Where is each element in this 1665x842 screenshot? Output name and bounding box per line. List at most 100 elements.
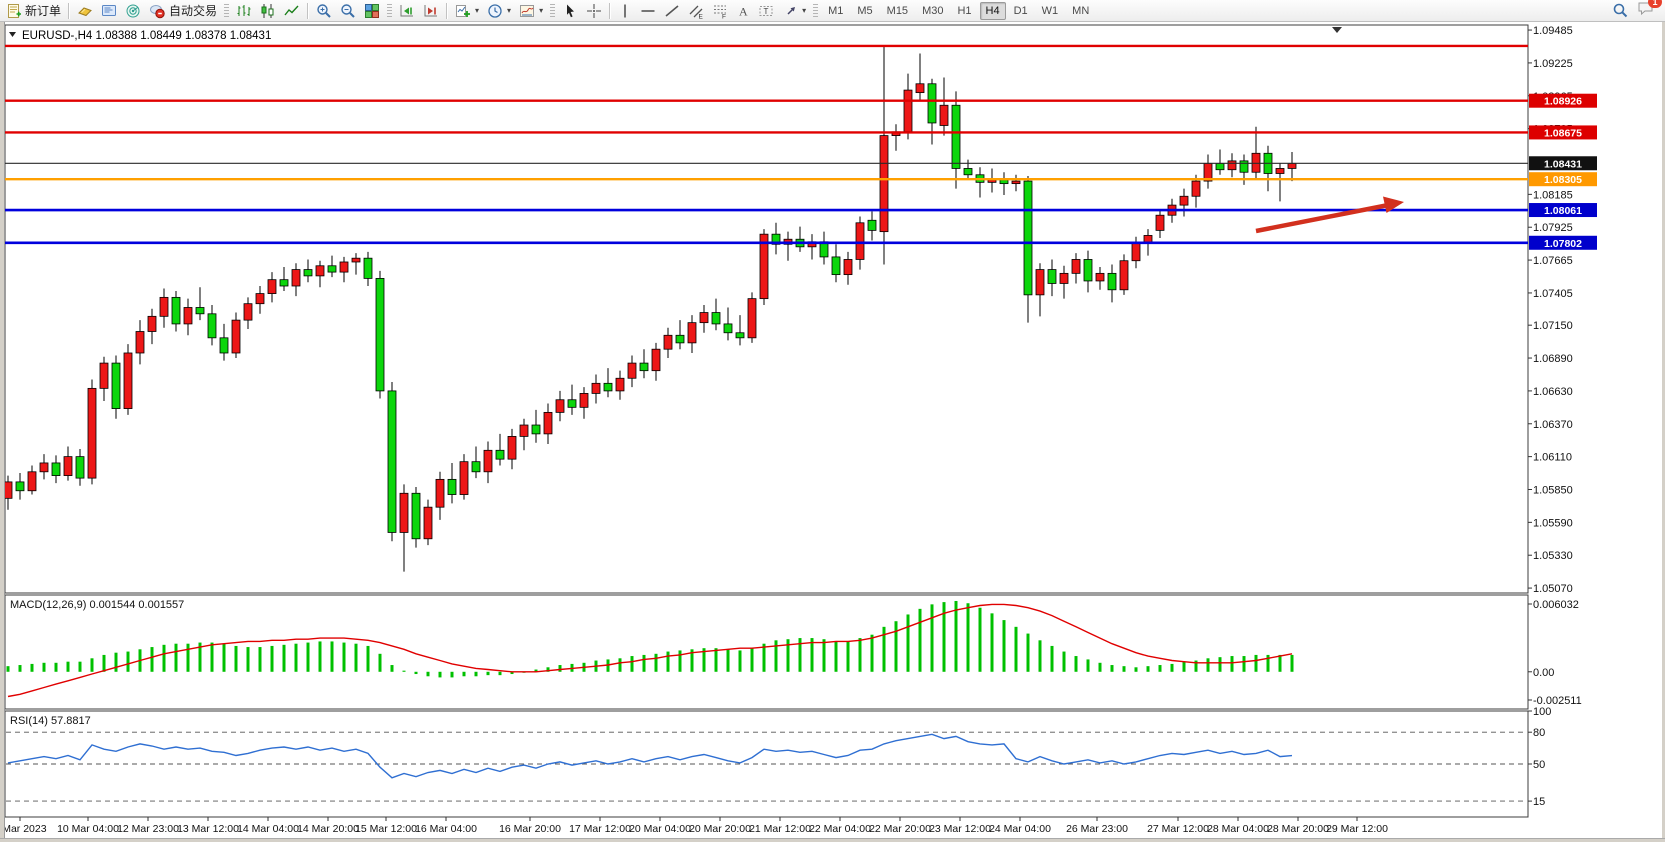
candle-body xyxy=(208,314,216,338)
macd-histogram-bar xyxy=(655,654,658,672)
candle-body xyxy=(460,462,468,495)
time-axis-label: 22 Mar 04:00 xyxy=(809,823,871,835)
autotrade-label: 自动交易 xyxy=(169,2,217,19)
line-chart-button[interactable] xyxy=(280,0,304,22)
time-axis-label: 20 Mar 20:00 xyxy=(689,823,751,835)
timeframe-h1[interactable]: H1 xyxy=(951,2,977,20)
candle-body xyxy=(496,450,504,459)
candle-chart-button[interactable] xyxy=(256,0,280,22)
macd-pane[interactable] xyxy=(5,595,1528,709)
text-label-button[interactable]: T xyxy=(754,0,778,22)
market-watch-button[interactable] xyxy=(97,0,121,22)
equidistant-channel-button[interactable]: E xyxy=(684,0,708,22)
macd-histogram-bar xyxy=(403,671,406,672)
indicators-button[interactable]: ▾ xyxy=(451,0,483,22)
time-axis-label: 28 Mar 20:00 xyxy=(1267,823,1329,835)
candle-body xyxy=(532,425,540,434)
timeframe-h4[interactable]: H4 xyxy=(980,2,1006,20)
timeframe-d1[interactable]: D1 xyxy=(1008,2,1034,20)
time-axis-label: 20 Mar 04:00 xyxy=(629,823,691,835)
time-axis[interactable]: 9 Mar 202310 Mar 04:0012 Mar 23:0013 Mar… xyxy=(0,817,1388,835)
candle-chart-icon xyxy=(260,3,276,19)
price-axis[interactable]: 1.094851.092251.089651.087051.081851.079… xyxy=(1528,25,1573,595)
macd-histogram-bar xyxy=(1087,659,1090,671)
time-axis-label: 27 Mar 12:00 xyxy=(1147,823,1209,835)
macd-histogram-bar xyxy=(79,662,82,672)
crosshair-button[interactable] xyxy=(582,0,606,22)
window-edge-bottom xyxy=(0,838,1665,842)
time-axis-label: 15 Mar 12:00 xyxy=(355,823,417,835)
timeframe-mn[interactable]: MN xyxy=(1066,2,1095,20)
macd-histogram-bar xyxy=(1207,658,1210,671)
macd-histogram-bar xyxy=(1051,646,1054,672)
fibonacci-button[interactable]: F xyxy=(708,0,732,22)
autotrade-button[interactable]: 自动交易 xyxy=(145,0,221,22)
time-axis-label: 9 Mar 2023 xyxy=(0,823,47,835)
candle-body xyxy=(220,338,228,353)
template-button[interactable]: ▾ xyxy=(515,0,547,22)
macd-histogram-bar xyxy=(283,645,286,672)
chart-area[interactable]: 1.094851.092251.089651.087051.081851.079… xyxy=(0,0,1665,842)
candle-body xyxy=(544,412,552,433)
toolbar-drag-handle[interactable] xyxy=(813,4,818,18)
macd-histogram-bar xyxy=(751,648,754,672)
gold-icon xyxy=(77,3,93,19)
timeframe-m1[interactable]: M1 xyxy=(822,2,849,20)
macd-histogram-bar xyxy=(7,666,10,672)
chat-button[interactable]: 1 xyxy=(1637,0,1655,21)
macd-histogram-bar xyxy=(727,649,730,671)
zoom-in-button[interactable] xyxy=(312,0,336,22)
timeframe-m15[interactable]: M15 xyxy=(881,2,914,20)
macd-histogram-bar xyxy=(451,672,454,678)
toolbar-separator xyxy=(307,3,309,19)
price-badge-label: 1.08305 xyxy=(1544,174,1582,186)
chart-shift-button[interactable] xyxy=(419,0,443,22)
candle-body xyxy=(844,259,852,274)
bar-chart-button[interactable] xyxy=(232,0,256,22)
timeframe-m30[interactable]: M30 xyxy=(916,2,949,20)
new-order-button[interactable]: 新订单 xyxy=(2,0,65,22)
arrows-button[interactable]: ▾ xyxy=(778,0,810,22)
macd-histogram-bar xyxy=(91,658,94,671)
periods-button[interactable]: ▾ xyxy=(483,0,515,22)
line-chart-icon xyxy=(284,3,300,19)
candle-body xyxy=(604,383,612,391)
timeframe-m5[interactable]: M5 xyxy=(851,2,878,20)
svg-text:F: F xyxy=(722,13,726,19)
macd-histogram-bar xyxy=(715,648,718,672)
dropdown-caret: ▾ xyxy=(475,6,479,15)
radar-signals-button[interactable] xyxy=(121,0,145,22)
macd-histogram-bar xyxy=(847,641,850,671)
text-button[interactable]: A xyxy=(732,0,754,22)
price-axis-label: 1.05590 xyxy=(1533,517,1573,529)
macd-histogram-bar xyxy=(907,614,910,671)
candle-body xyxy=(196,307,204,313)
horizontal-line-button[interactable] xyxy=(636,0,660,22)
rsi-axis-label: 100 xyxy=(1533,706,1551,718)
timeframe-w1[interactable]: W1 xyxy=(1036,2,1065,20)
search-button[interactable] xyxy=(1608,0,1633,22)
trendline-button[interactable] xyxy=(660,0,684,22)
candle-body xyxy=(712,313,720,324)
candle-body xyxy=(148,316,156,331)
toolbar-drag-handle[interactable] xyxy=(550,4,555,18)
auto-scroll-button[interactable] xyxy=(395,0,419,22)
candle-body xyxy=(640,363,648,371)
candle-body xyxy=(1108,273,1116,289)
tile-windows-button[interactable] xyxy=(360,0,384,22)
trendline-icon xyxy=(664,3,680,19)
candle-body xyxy=(688,323,696,343)
toolbar-drag-handle[interactable] xyxy=(387,4,392,18)
toolbar-drag-handle[interactable] xyxy=(224,4,229,18)
candle-body xyxy=(400,493,408,532)
market-gold-button[interactable] xyxy=(73,0,97,22)
rsi-axis-label: 80 xyxy=(1533,727,1545,739)
price-pane[interactable] xyxy=(5,25,1528,593)
zoom-out-button[interactable] xyxy=(336,0,360,22)
candle-body xyxy=(1180,196,1188,205)
chart-panes[interactable] xyxy=(5,25,1528,817)
timeframe-group: M1M5M15M30H1H4D1W1MN xyxy=(821,2,1096,20)
candle-body xyxy=(664,335,672,349)
vertical-line-button[interactable] xyxy=(614,0,636,22)
cursor-button[interactable] xyxy=(558,0,582,22)
